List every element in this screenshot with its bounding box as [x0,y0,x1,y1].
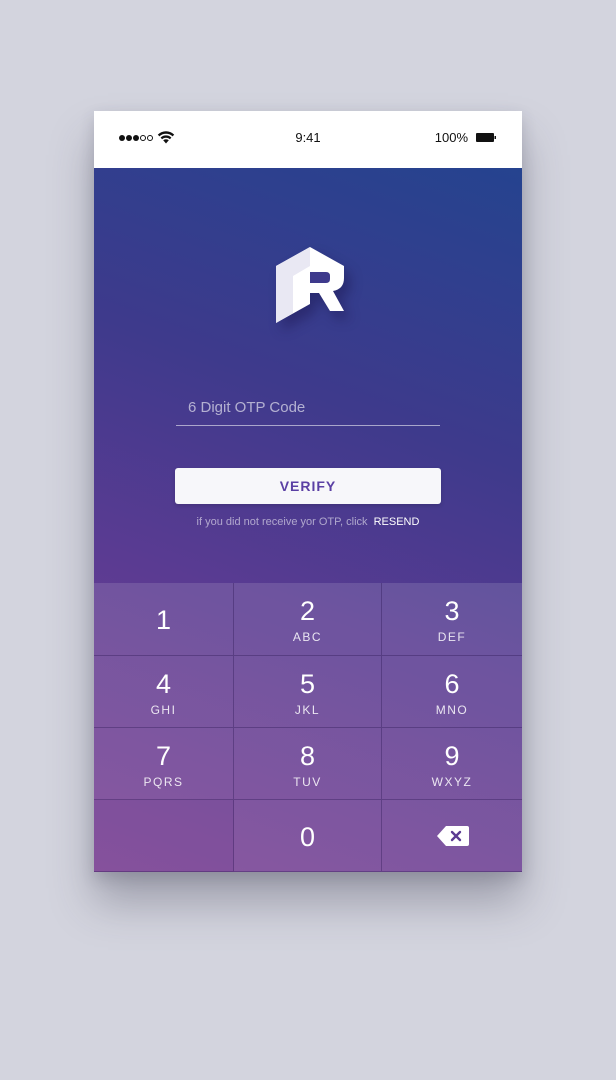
key-letters: WXYZ [431,775,473,789]
key-digit: 5 [299,669,316,699]
key-letters: TUV [293,775,322,789]
key-digit: 0 [299,822,316,852]
key-digit: 8 [299,741,316,771]
key-letters: MNO [435,703,469,717]
keypad-key-0[interactable]: 0 [234,800,382,872]
numeric-keypad: 1 2 ABC 3 DEF 4 GHI 5 JKL 6 MNO 7 PQRS 8… [94,583,522,872]
keypad-blank-key [94,800,234,872]
resend-prompt-text: if you did not receive yor OTP, click [196,516,368,528]
resend-prompt: if you did not receive yor OTP, click RE… [94,516,522,528]
keypad-key-1[interactable]: 1 [94,583,234,656]
keypad-key-5[interactable]: 5 JKL [234,656,382,728]
key-digit: 4 [155,669,172,699]
key-digit: 3 [444,596,460,626]
key-letters: PQRS [143,775,184,789]
keypad-key-3[interactable]: 3 DEF [382,583,522,656]
battery-percentage: 100% [434,130,468,145]
key-digit: 7 [155,741,172,771]
keypad-backspace-key[interactable] [382,800,522,872]
otp-code-field[interactable] [176,393,440,426]
key-letters: JKL [294,703,321,717]
resend-link[interactable]: RESEND [374,516,420,528]
key-letters: DEF [437,630,467,644]
keypad-key-9[interactable]: 9 WXYZ [382,728,522,800]
key-digit: 6 [444,669,460,699]
keypad-key-4[interactable]: 4 GHI [94,656,234,728]
verify-button[interactable]: VERIFY [175,468,441,504]
otp-code-input[interactable] [176,393,440,416]
phone-frame: 9:41 100% VERIFY if you did not receive … [94,111,522,872]
key-letters: GHI [150,703,177,717]
keypad-key-8[interactable]: 8 TUV [234,728,382,800]
key-letters: ABC [292,630,323,644]
key-digit: 2 [299,596,316,626]
battery-icon [476,133,496,142]
otp-screen: VERIFY if you did not receive yor OTP, c… [94,168,522,872]
key-digit: 1 [155,605,172,635]
r-hexagon-logo-icon [276,247,344,323]
status-bar: 9:41 100% [94,111,522,168]
key-digit: 9 [444,741,460,771]
keypad-key-7[interactable]: 7 PQRS [94,728,234,800]
backspace-icon [437,826,469,846]
keypad-key-2[interactable]: 2 ABC [234,583,382,656]
keypad-key-6[interactable]: 6 MNO [382,656,522,728]
